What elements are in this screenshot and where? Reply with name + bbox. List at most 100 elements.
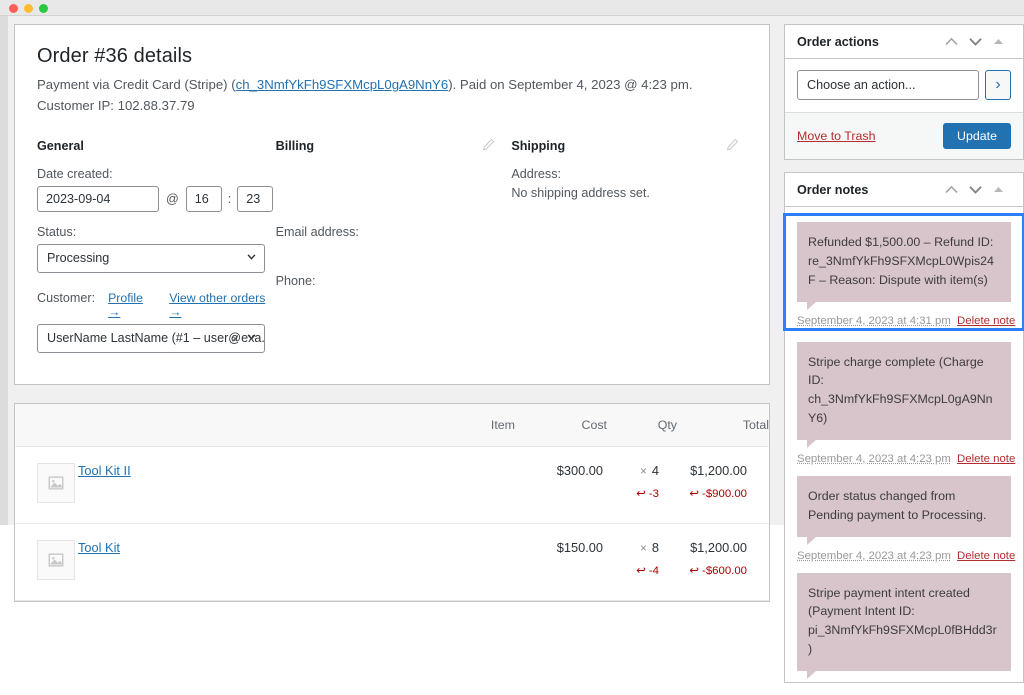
table-row: Tool Kit $150.00 × 8 ↩ -4 $1,200.00 ↩ -$600… [15, 523, 769, 600]
toggle-panel-icon[interactable] [993, 186, 1013, 193]
item-name-cell: Tool Kit II [77, 446, 515, 523]
move-down-icon[interactable] [969, 185, 993, 194]
refund-total-value: -$600.00 [702, 565, 747, 577]
date-created-label: Date created: [37, 167, 276, 181]
clear-customer-icon[interactable]: × [231, 331, 239, 346]
status-select[interactable]: Processing [37, 244, 265, 273]
note-timestamp: September 4, 2023 at 4:23 pm [797, 453, 951, 465]
item-name-link[interactable]: Tool Kit [78, 540, 120, 555]
column-header-total: Total [677, 404, 769, 447]
item-name-cell: Tool Kit [77, 523, 515, 600]
time-colon-separator: : [222, 192, 238, 206]
item-qty-value: 4 [652, 463, 659, 478]
order-notes-header: Order notes [785, 173, 1023, 207]
customer-links-row: Customer: Profile → View other orders → [37, 291, 276, 319]
pencil-icon[interactable] [482, 138, 495, 151]
order-actions-body: Choose an action... › [785, 59, 1023, 112]
order-actions-panel: Order actions Choose an action... › Move… [784, 24, 1024, 160]
payment-prefix-text: Payment via Credit Card (Stripe) ( [37, 77, 236, 92]
note-content: Stripe payment intent created (Payment I… [797, 573, 1011, 671]
page-title: Order #36 details [37, 45, 747, 68]
table-row: Tool Kit II $300.00 × 4 ↩ -3 $1,200.00 ↩ -$… [15, 446, 769, 523]
order-payment-meta: Payment via Credit Card (Stripe) (ch_3Nm… [37, 74, 747, 95]
list-item[interactable]: Refunded $1,500.00 – Refund ID: re_3NmfY… [785, 215, 1023, 329]
move-to-trash-link[interactable]: Move to Trash [797, 129, 943, 143]
refund-arrow-icon: ↩ [689, 488, 699, 500]
column-header-cost: Cost [515, 404, 607, 447]
zoom-window-button[interactable] [39, 4, 48, 13]
shipping-address-value: No shipping address set. [511, 186, 650, 200]
table-header-row: Item Cost Qty Total [15, 404, 769, 447]
order-items-table: Item Cost Qty Total Tool Kit II $300.00 … [15, 404, 769, 601]
qty-multiply-sign: × [640, 543, 647, 555]
minute-input[interactable] [237, 186, 273, 212]
date-created-row: @ : [37, 186, 276, 212]
note-timestamp: September 4, 2023 at 4:23 pm [797, 550, 951, 562]
delete-note-link[interactable]: Delete note [957, 550, 1015, 562]
item-qty-cell: × 8 ↩ -4 [607, 523, 677, 600]
update-button[interactable]: Update [943, 123, 1011, 149]
customer-profile-link[interactable]: Profile → [108, 291, 156, 319]
refund-qty-value: -3 [649, 488, 659, 500]
image-placeholder-icon [47, 551, 65, 569]
refund-qty-value: -4 [649, 565, 659, 577]
status-select-wrapper: Processing [37, 244, 265, 273]
order-items-panel: Item Cost Qty Total Tool Kit II $300.00 … [14, 403, 770, 602]
view-other-orders-link[interactable]: View other orders → [169, 291, 275, 319]
shipping-address-label: Address: [511, 167, 747, 181]
list-item[interactable]: Order status changed from Pending paymen… [785, 476, 1023, 562]
item-total-cell: $1,200.00 ↩ -$900.00 [677, 446, 769, 523]
note-meta: September 4, 2023 at 4:23 pm Delete note [797, 453, 1011, 465]
column-header-qty: Qty [607, 404, 677, 447]
list-item[interactable]: Stripe charge complete (Charge ID: ch_3N… [785, 342, 1023, 465]
item-name-link[interactable]: Tool Kit II [78, 463, 131, 478]
item-thumbnail-cell [15, 523, 77, 600]
delete-note-link[interactable]: Delete note [957, 315, 1015, 327]
placeholder-image-icon [37, 540, 75, 580]
sidebar-column: Order actions Choose an action... › Move… [784, 24, 1024, 695]
delete-note-link[interactable]: Delete note [957, 453, 1015, 465]
pencil-icon[interactable] [726, 138, 739, 151]
item-refund-total: ↩ -$900.00 [678, 486, 747, 500]
item-qty-value: 8 [652, 540, 659, 555]
item-thumbnail-cell [15, 446, 77, 523]
image-placeholder-icon [47, 474, 65, 492]
close-window-button[interactable] [9, 4, 18, 13]
qty-multiply-sign: × [640, 466, 647, 478]
hour-input[interactable] [186, 186, 222, 212]
order-columns: General Date created: @ : Status: Proces… [37, 139, 747, 358]
main-content-column: Order #36 details Payment via Credit Car… [14, 24, 770, 620]
apply-action-button[interactable]: › [985, 70, 1011, 100]
note-content: Refunded $1,500.00 – Refund ID: re_3NmfY… [797, 222, 1011, 302]
charge-id-link[interactable]: ch_3NmfYkFh9SFXMcpL0gA9NnY6 [236, 77, 449, 92]
note-timestamp: September 4, 2023 at 4:31 pm [797, 315, 951, 327]
admin-page: Order #36 details Payment via Credit Car… [0, 16, 1024, 525]
minimize-window-button[interactable] [24, 4, 33, 13]
item-total-cell: $1,200.00 ↩ -$600.00 [677, 523, 769, 600]
status-label: Status: [37, 225, 276, 239]
order-data-panel: Order #36 details Payment via Credit Car… [14, 24, 770, 385]
customer-label: Customer: [37, 291, 95, 305]
item-refund-qty: ↩ -4 [608, 563, 659, 577]
column-header-item: Item [15, 404, 515, 447]
shipping-column: Shipping Address: No shipping address se… [511, 139, 747, 358]
refund-total-value: -$900.00 [702, 488, 747, 500]
customer-ip-text: Customer IP: 102.88.37.79 [37, 95, 747, 116]
items-table-body: Tool Kit II $300.00 × 4 ↩ -3 $1,200.00 ↩ -$… [15, 446, 769, 600]
items-table-head: Item Cost Qty Total [15, 404, 769, 447]
billing-email-label: Email address: [276, 225, 512, 239]
date-created-input[interactable] [37, 186, 159, 212]
billing-column: Billing Email address: Phone: [276, 139, 512, 358]
item-total-value: $1,200.00 [690, 463, 747, 478]
move-up-icon[interactable] [945, 185, 969, 194]
list-item[interactable]: Stripe payment intent created (Payment I… [785, 573, 1023, 671]
note-content: Stripe charge complete (Charge ID: ch_3N… [797, 342, 1011, 440]
customer-select-wrapper: UserName LastName (#1 – user@exa... × [37, 324, 265, 353]
order-notes-list: Refunded $1,500.00 – Refund ID: re_3NmfY… [785, 207, 1023, 671]
toggle-panel-icon[interactable] [993, 38, 1013, 45]
order-action-select[interactable]: Choose an action... [797, 70, 979, 100]
move-down-icon[interactable] [969, 37, 993, 46]
shipping-heading: Shipping [511, 139, 747, 153]
order-action-row: Choose an action... › [797, 70, 1011, 100]
move-up-icon[interactable] [945, 37, 969, 46]
